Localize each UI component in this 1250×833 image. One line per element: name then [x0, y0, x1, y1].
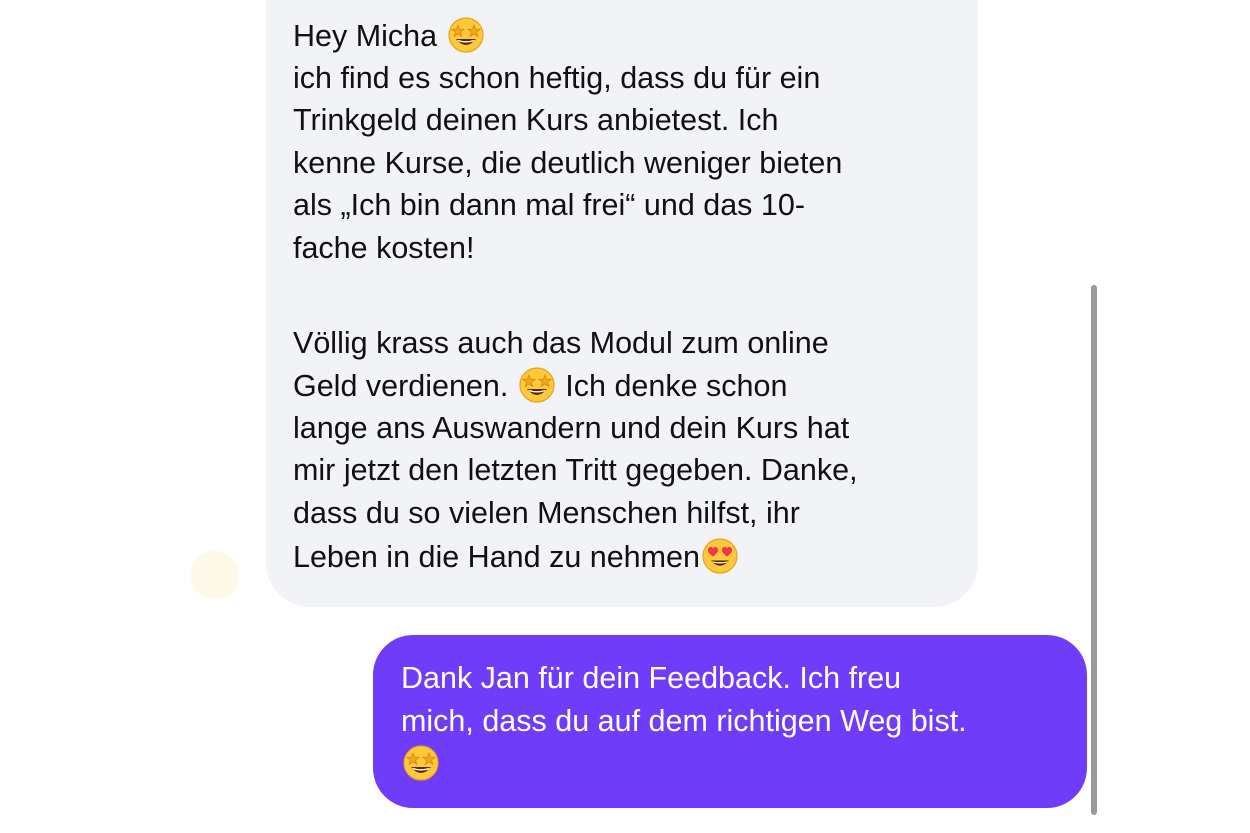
- received-message-bubble[interactable]: Hey Micha ich find es schon heftig, dass…: [266, 0, 978, 607]
- message-line: mich, dass du auf dem richtigen Weg bist…: [401, 703, 967, 738]
- message-line: Völlig krass auch das Modul zum online: [293, 325, 829, 360]
- message-line: Hey Micha: [293, 14, 958, 57]
- message-line: Leben in die Hand zu nehmen: [293, 535, 958, 578]
- heart-eyes-emoji-icon: [700, 535, 740, 575]
- message-line: [401, 742, 1067, 785]
- message-line: mir jetzt den letzten Tritt gegeben. Dan…: [293, 453, 858, 488]
- faded-reaction-icon: [188, 548, 242, 602]
- message-line: kenne Kurse, die deutlich weniger bieten: [293, 145, 843, 180]
- message-line: dass du so vielen Menschen hilfst, ihr: [293, 495, 800, 530]
- message-line: als „Ich bin dann mal frei“ und das 10-: [293, 188, 805, 223]
- vertical-scrollbar[interactable]: [1091, 285, 1097, 815]
- message-line: Dank Jan für dein Feedback. Ich freu: [401, 661, 902, 695]
- message-line: Geld verdienen. Ich denke schon: [293, 364, 958, 407]
- star-struck-emoji-icon: [517, 364, 557, 404]
- message-line: lange ans Auswandern und dein Kurs hat: [293, 410, 850, 445]
- star-struck-emoji-icon: [446, 14, 486, 54]
- message-line: Trinkgeld deinen Kurs anbietest. Ich: [293, 103, 779, 138]
- message-line: ich find es schon heftig, dass du für ei…: [293, 60, 821, 95]
- chat-thread: Hey Micha ich find es schon heftig, dass…: [0, 0, 1250, 833]
- star-struck-emoji-icon: [401, 742, 441, 782]
- message-line: fache kosten!: [293, 230, 475, 265]
- sent-message-bubble[interactable]: Dank Jan für dein Feedback. Ich freu mic…: [373, 635, 1087, 808]
